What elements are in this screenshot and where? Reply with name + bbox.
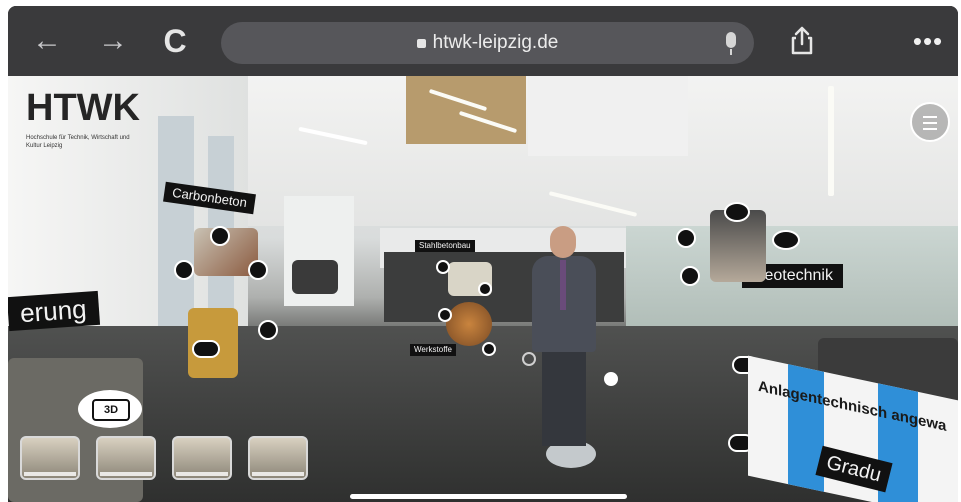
scene-thumbnail[interactable]	[248, 436, 308, 480]
lock-icon	[416, 39, 426, 48]
browser-window: ← → C htwk-leipzig.de ••• HTWK Hochschul…	[8, 6, 958, 502]
presenter-tie	[560, 260, 566, 310]
browser-toolbar: ← → C htwk-leipzig.de •••	[8, 6, 958, 76]
reload-icon[interactable]: C	[158, 24, 192, 58]
scene-thumbnail[interactable]	[20, 436, 80, 480]
hotspot-icon[interactable]	[478, 282, 492, 296]
thumbnail-label	[100, 472, 152, 476]
video-hotspot-icon[interactable]	[192, 340, 220, 358]
scene-thumbnail[interactable]	[96, 436, 156, 480]
presenter-head	[550, 226, 576, 258]
hotspot-icon[interactable]	[258, 320, 278, 340]
url-text: htwk-leipzig.de	[432, 32, 559, 53]
htwk-logo: HTWK Hochschule für Technik, Wirtschaft …	[26, 88, 146, 150]
wood-ceiling-panel	[406, 76, 526, 144]
home-indicator[interactable]	[350, 494, 627, 499]
hotspot-icon[interactable]	[482, 342, 496, 356]
3d-view-button[interactable]: 3D	[78, 390, 142, 428]
camera-hotspot-icon[interactable]	[248, 260, 268, 280]
stone-exhibit	[8, 358, 143, 502]
hotspot-icon[interactable]	[436, 260, 450, 274]
exhibit-center-bottom[interactable]	[446, 302, 492, 346]
tour-menu-button[interactable]	[910, 102, 950, 142]
presenter-figure	[526, 226, 602, 468]
more-options-icon[interactable]: •••	[908, 24, 948, 58]
thumbnail-label	[24, 472, 76, 476]
camera-hotspot-icon[interactable]	[772, 230, 800, 250]
hotspot-icon[interactable]	[680, 266, 700, 286]
address-bar[interactable]: htwk-leipzig.de	[221, 22, 754, 64]
microphone-icon[interactable]	[726, 32, 736, 55]
thumbnail-label	[176, 472, 228, 476]
info-hotspot-icon[interactable]	[210, 226, 230, 246]
forward-arrow-icon[interactable]: →	[96, 24, 130, 58]
logo-wordmark: HTWK	[26, 87, 140, 129]
3d-icon: 3D	[92, 399, 130, 421]
url-display: htwk-leipzig.de	[221, 22, 754, 64]
info-hotspot-icon[interactable]	[676, 228, 696, 248]
hotspot-icon[interactable]	[604, 372, 618, 386]
hotspot-icon[interactable]	[438, 308, 452, 322]
ceiling-opening	[528, 76, 688, 156]
hotspot-icon[interactable]	[724, 202, 750, 222]
wall-screen	[292, 260, 338, 294]
thumbnail-label	[252, 472, 304, 476]
label-left-partial: erung	[8, 290, 100, 332]
logo-subtitle: Hochschule für Technik, Wirtschaft und K…	[26, 135, 130, 149]
back-arrow-icon[interactable]: ←	[30, 24, 64, 58]
info-hotspot-icon[interactable]	[174, 260, 194, 280]
virtual-tour-viewport[interactable]: HTWK Hochschule für Technik, Wirtschaft …	[8, 76, 958, 502]
label-center-top: Stahlbetonbau	[415, 240, 475, 252]
share-icon[interactable]	[785, 24, 819, 58]
ceiling-light	[828, 86, 834, 196]
scene-thumbnail[interactable]	[172, 436, 232, 480]
label-center-bottom: Werkstoffe	[410, 344, 456, 356]
presenter-legs	[542, 350, 586, 446]
